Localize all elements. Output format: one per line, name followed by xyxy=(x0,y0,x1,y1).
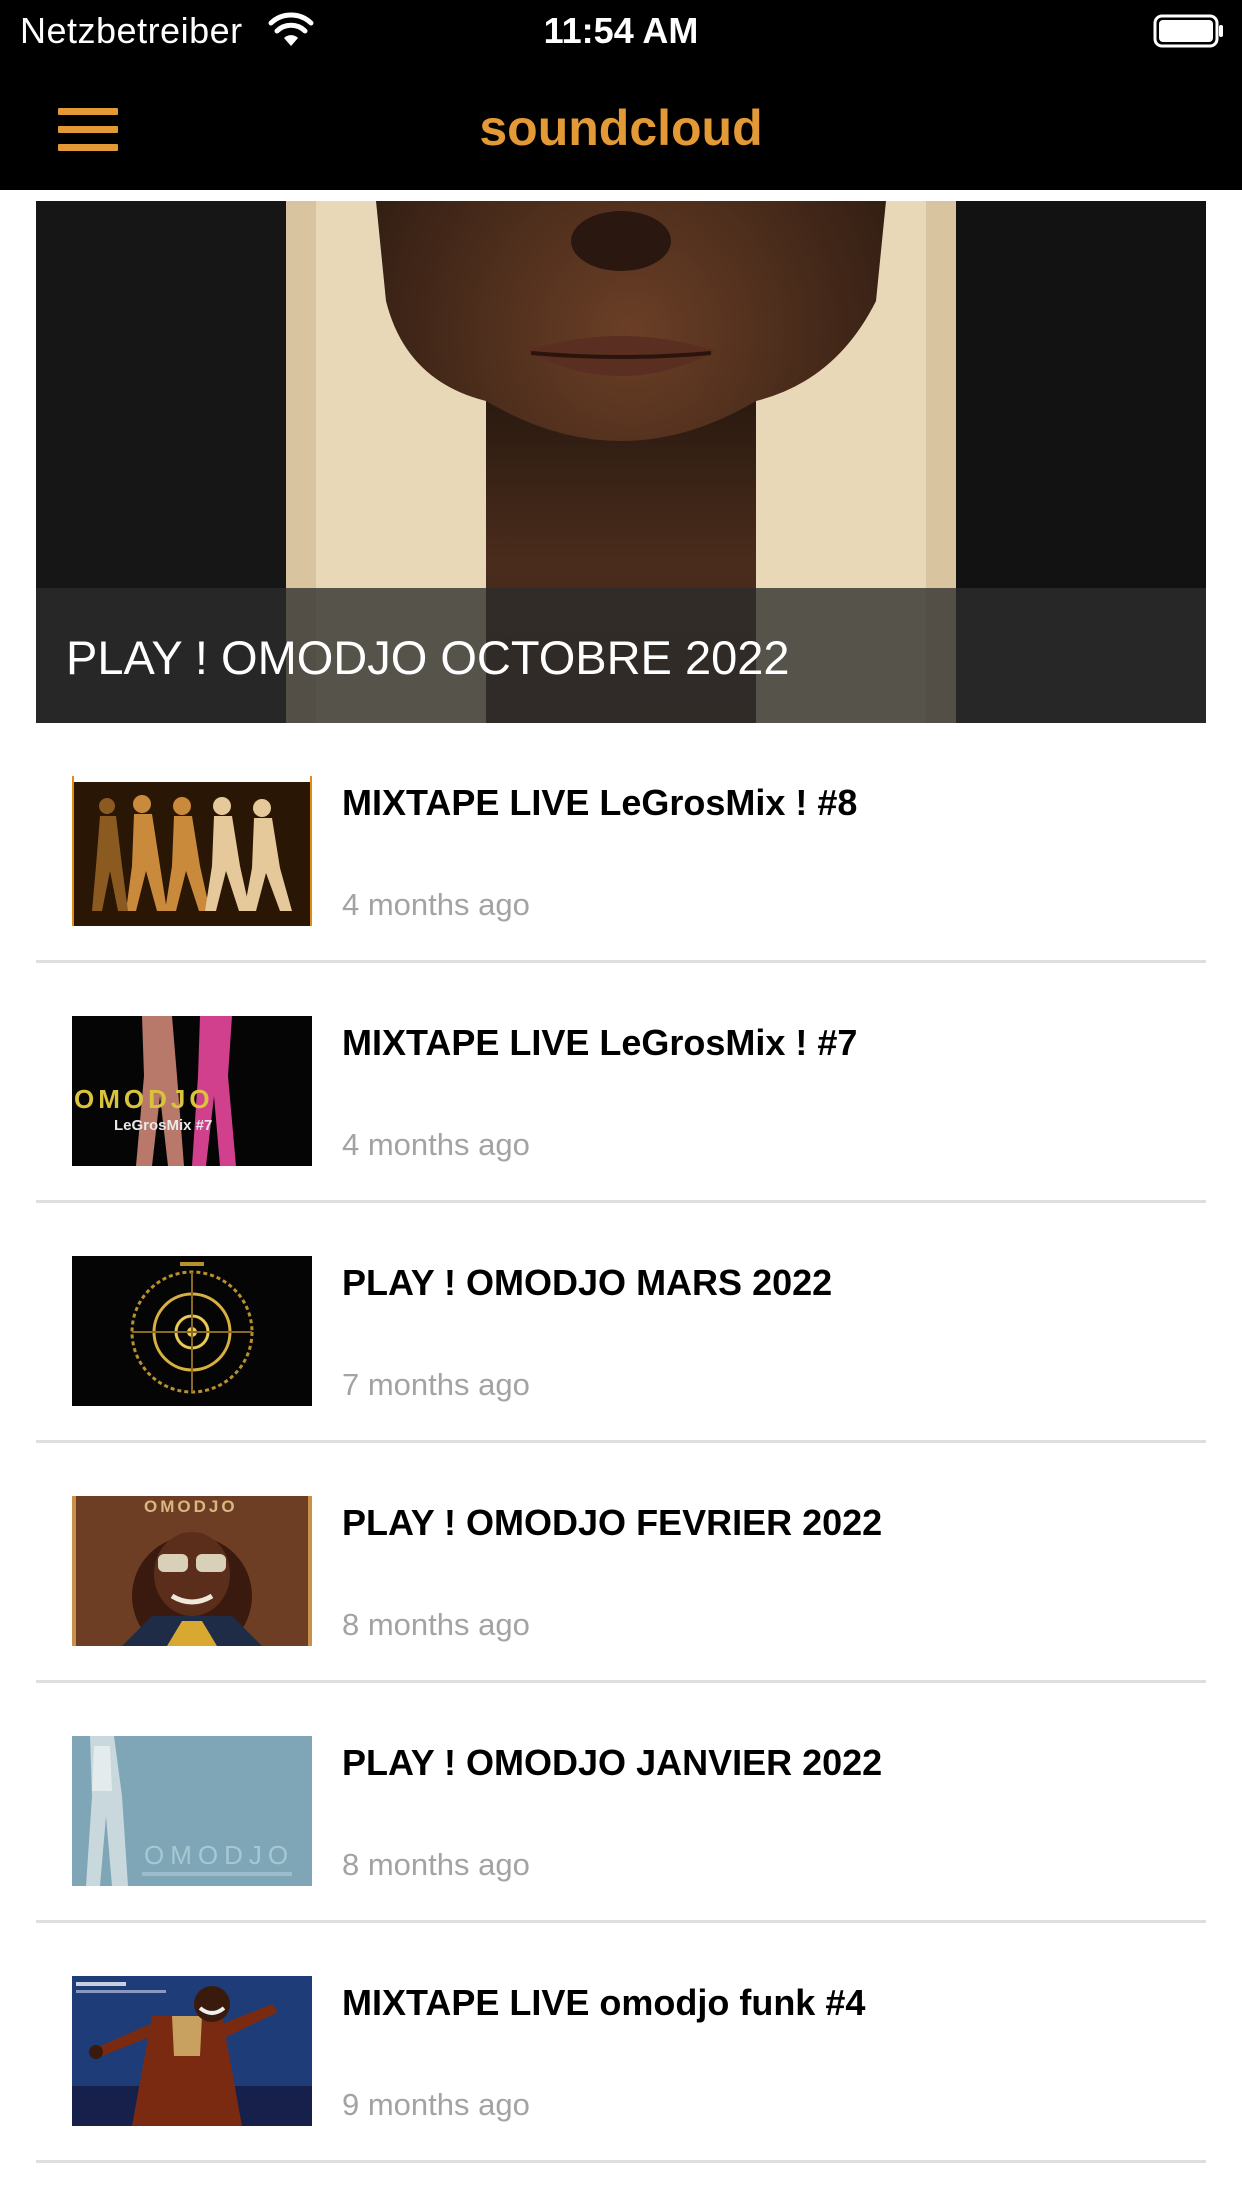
track-artwork-image: OMODJO xyxy=(72,1736,312,1886)
track-list: MIXTAPE LIVE LeGrosMix ! #8 4 months ago… xyxy=(36,723,1206,2163)
track-date: 7 months ago xyxy=(342,1367,530,1402)
track-title: PLAY ! OMODJO JANVIER 2022 xyxy=(342,1742,883,1783)
track-title: PLAY ! OMODJO MARS 2022 xyxy=(342,1262,833,1303)
featured-caption: PLAY ! OMODJO OCTOBRE 2022 xyxy=(36,588,1206,723)
track-title: MIXTAPE LIVE omodjo funk #4 xyxy=(342,1982,866,2023)
track-date: 4 months ago xyxy=(342,887,530,922)
battery-icon xyxy=(1153,14,1223,48)
track-artwork-image xyxy=(72,776,312,926)
track-date: 8 months ago xyxy=(342,1847,530,1882)
artwork-subtext: LeGrosMix #7 xyxy=(114,1117,212,1134)
track-row[interactable]: MIXTAPE LIVE LeGrosMix ! #8 4 months ago xyxy=(36,723,1206,963)
track-row[interactable]: MIXTAPE LIVE omodjo funk #4 9 months ago xyxy=(36,1923,1206,2163)
track-title: MIXTAPE LIVE LeGrosMix ! #8 xyxy=(342,782,858,823)
track-row[interactable]: OMODJO PLAY ! OMODJO JANVIER 2022 8 mont… xyxy=(36,1683,1206,1923)
nav-bar: soundcloud xyxy=(0,62,1242,190)
app-title: soundcloud xyxy=(479,100,763,156)
track-row[interactable]: OMODJO PLAY ! OMODJO FEVRIER 2022 8 mont… xyxy=(36,1443,1206,1683)
track-artwork-image: OMODJO xyxy=(72,1496,312,1646)
featured-track-title: PLAY ! OMODJO OCTOBRE 2022 xyxy=(66,631,790,684)
track-artwork-image xyxy=(72,1256,312,1406)
track-artwork-image xyxy=(72,1976,312,2126)
artwork-text: OMODJO xyxy=(144,1840,294,1870)
track-row[interactable]: PLAY ! OMODJO MARS 2022 7 months ago xyxy=(36,1203,1206,1443)
artwork-text: OMODJO xyxy=(74,1084,214,1114)
featured-track-card[interactable]: PLAY ! OMODJO OCTOBRE 2022 xyxy=(36,201,1206,723)
track-row[interactable]: OMODJO LeGrosMix #7 MIXTAPE LIVE LeGrosM… xyxy=(36,963,1206,1203)
track-artwork-image: OMODJO LeGrosMix #7 xyxy=(72,1016,312,1166)
track-date: 9 months ago xyxy=(342,2087,530,2122)
track-title: MIXTAPE LIVE LeGrosMix ! #7 xyxy=(342,1022,858,1063)
status-bar: Netzbetreiber 11:54 AM xyxy=(0,0,1242,62)
status-time: 11:54 AM xyxy=(543,10,699,51)
artwork-text: OMODJO xyxy=(144,1497,238,1516)
track-title: PLAY ! OMODJO FEVRIER 2022 xyxy=(342,1502,883,1543)
track-date: 8 months ago xyxy=(342,1607,530,1642)
track-date: 4 months ago xyxy=(342,1127,530,1162)
